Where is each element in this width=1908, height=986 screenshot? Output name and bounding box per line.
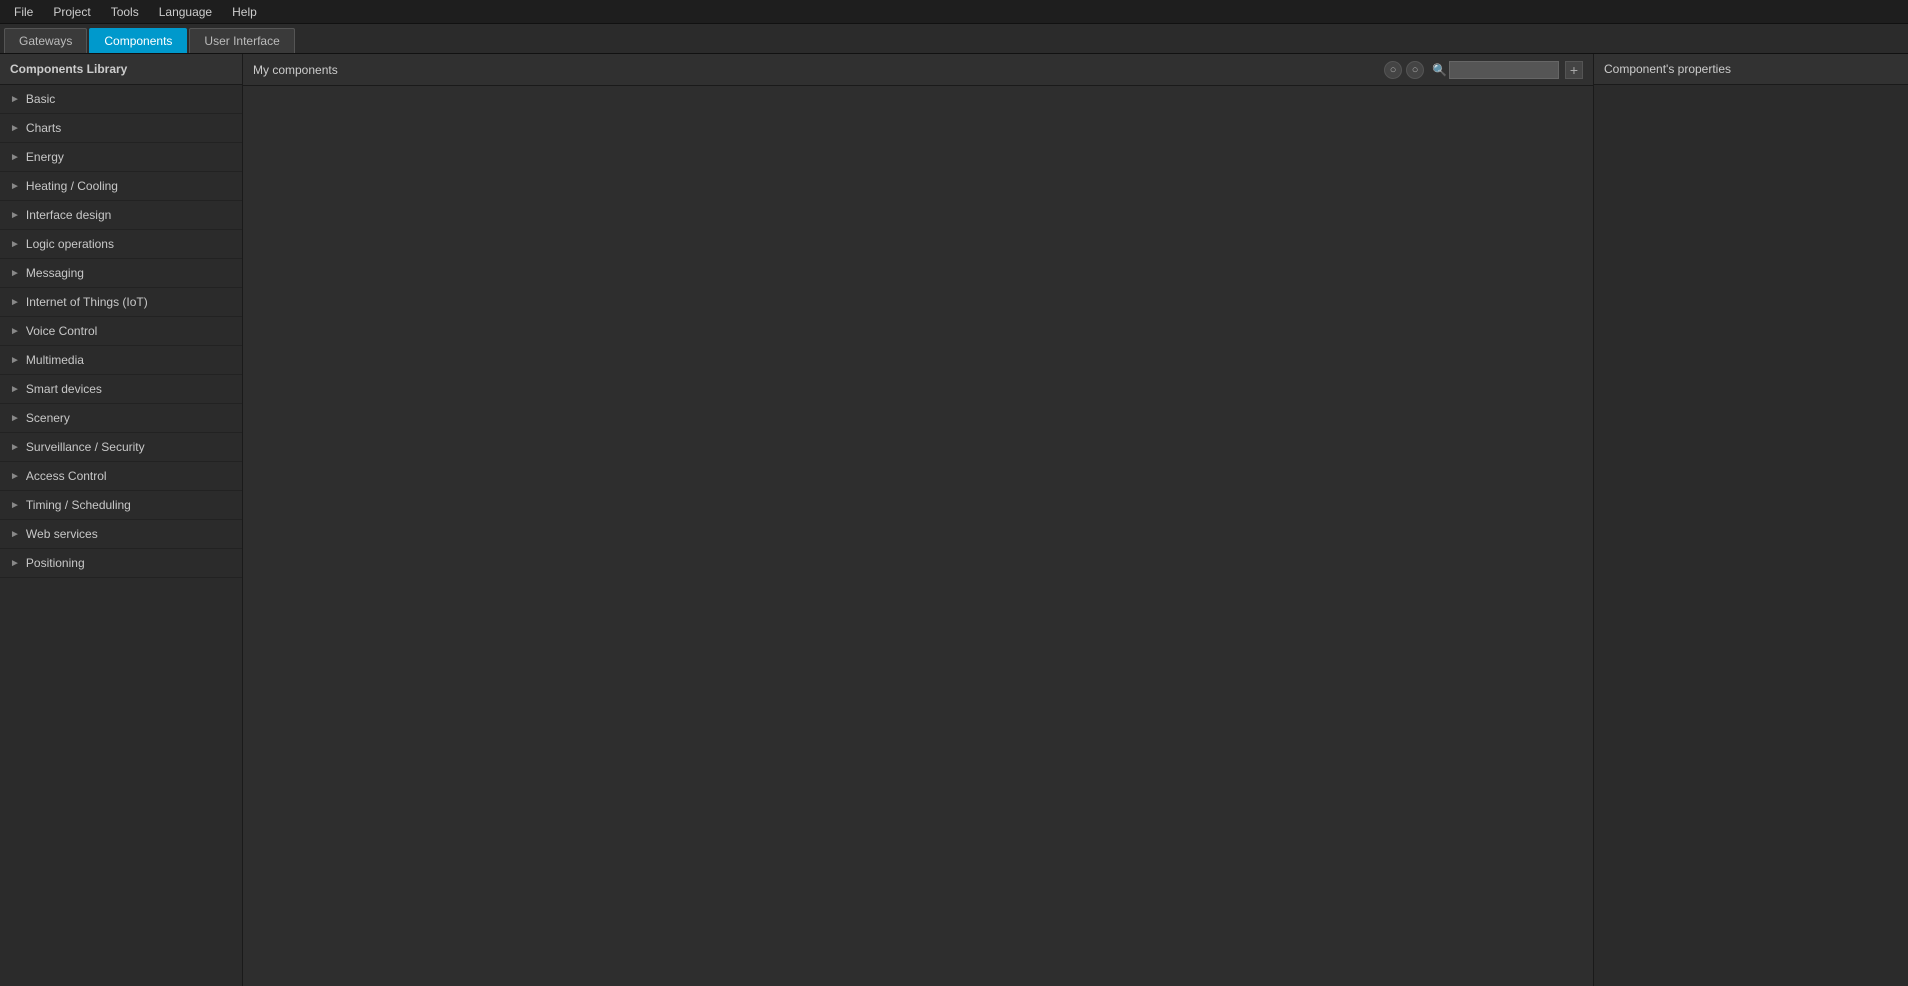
chevron-right-icon: ► [10, 529, 20, 540]
chevron-right-icon: ► [10, 268, 20, 279]
menu-bar: File Project Tools Language Help [0, 0, 1908, 24]
chevron-right-icon: ► [10, 355, 20, 366]
sidebar-item-label: Scenery [26, 411, 70, 425]
sidebar-item-label: Messaging [26, 266, 84, 280]
properties-title: Component's properties [1594, 54, 1908, 85]
chevron-right-icon: ► [10, 181, 20, 192]
content-header: My components ○ ○ 🔍 + [243, 54, 1593, 86]
menu-help[interactable]: Help [222, 3, 267, 21]
chevron-right-icon: ► [10, 471, 20, 482]
sidebar-item-logic-operations[interactable]: ► Logic operations [0, 230, 242, 259]
sidebar-item-messaging[interactable]: ► Messaging [0, 259, 242, 288]
sidebar-item-label: Timing / Scheduling [26, 498, 131, 512]
chevron-right-icon: ► [10, 94, 20, 105]
sidebar-item-web-services[interactable]: ► Web services [0, 520, 242, 549]
chevron-right-icon: ► [10, 442, 20, 453]
sidebar-item-scenery[interactable]: ► Scenery [0, 404, 242, 433]
tab-user-interface[interactable]: User Interface [189, 28, 294, 53]
sidebar-item-smart-devices[interactable]: ► Smart devices [0, 375, 242, 404]
chevron-right-icon: ► [10, 326, 20, 337]
sidebar-item-label: Web services [26, 527, 98, 541]
sidebar-item-voice-control[interactable]: ► Voice Control [0, 317, 242, 346]
chevron-right-icon: ► [10, 297, 20, 308]
chevron-right-icon: ► [10, 239, 20, 250]
sidebar-item-label: Access Control [26, 469, 107, 483]
content-area: My components ○ ○ 🔍 + [243, 54, 1593, 986]
sidebar-item-charts[interactable]: ► Charts [0, 114, 242, 143]
sidebar-title: Components Library [0, 54, 242, 85]
chevron-right-icon: ► [10, 384, 20, 395]
sidebar-item-energy[interactable]: ► Energy [0, 143, 242, 172]
sidebar-item-label: Voice Control [26, 324, 97, 338]
sidebar-item-positioning[interactable]: ► Positioning [0, 549, 242, 578]
sidebar-item-basic[interactable]: ► Basic [0, 85, 242, 114]
sidebar-item-multimedia[interactable]: ► Multimedia [0, 346, 242, 375]
sidebar-item-label: Interface design [26, 208, 111, 222]
sidebar-item-timing-scheduling[interactable]: ► Timing / Scheduling [0, 491, 242, 520]
sidebar-item-surveillance-security[interactable]: ► Surveillance / Security [0, 433, 242, 462]
sidebar-item-label: Basic [26, 92, 55, 106]
sidebar-item-label: Logic operations [26, 237, 114, 251]
settings-button[interactable]: ○ [1406, 61, 1424, 79]
sidebar-item-access-control[interactable]: ► Access Control [0, 462, 242, 491]
chevron-right-icon: ► [10, 152, 20, 163]
tab-components[interactable]: Components [89, 28, 187, 53]
tab-gateways[interactable]: Gateways [4, 28, 87, 53]
sidebar-item-label: Heating / Cooling [26, 179, 118, 193]
search-icon: 🔍 [1432, 63, 1447, 77]
sidebar-item-label: Surveillance / Security [26, 440, 145, 454]
sidebar-item-label: Positioning [26, 556, 85, 570]
properties-panel: Component's properties [1593, 54, 1908, 986]
chevron-right-icon: ► [10, 413, 20, 424]
sidebar-item-label: Multimedia [26, 353, 84, 367]
sidebar-item-heating-cooling[interactable]: ► Heating / Cooling [0, 172, 242, 201]
sidebar-item-label: Internet of Things (IoT) [26, 295, 148, 309]
search-input[interactable] [1449, 61, 1559, 79]
sidebar-item-label: Charts [26, 121, 61, 135]
content-title: My components [253, 63, 1384, 77]
chevron-right-icon: ► [10, 210, 20, 221]
search-container: 🔍 [1432, 61, 1559, 79]
sidebar-item-interface-design[interactable]: ► Interface design [0, 201, 242, 230]
sidebar: Components Library ► Basic ► Charts ► En… [0, 54, 243, 986]
header-controls: ○ ○ 🔍 + [1384, 61, 1583, 79]
menu-file[interactable]: File [4, 3, 43, 21]
chevron-right-icon: ► [10, 558, 20, 569]
chevron-right-icon: ► [10, 123, 20, 134]
sidebar-item-label: Energy [26, 150, 64, 164]
content-body [243, 86, 1593, 986]
tab-bar: Gateways Components User Interface [0, 24, 1908, 54]
refresh-button[interactable]: ○ [1384, 61, 1402, 79]
menu-tools[interactable]: Tools [101, 3, 149, 21]
menu-language[interactable]: Language [149, 3, 222, 21]
menu-project[interactable]: Project [43, 3, 100, 21]
sidebar-item-iot[interactable]: ► Internet of Things (IoT) [0, 288, 242, 317]
sidebar-item-label: Smart devices [26, 382, 102, 396]
add-button[interactable]: + [1565, 61, 1583, 79]
chevron-right-icon: ► [10, 500, 20, 511]
main-layout: Components Library ► Basic ► Charts ► En… [0, 54, 1908, 986]
